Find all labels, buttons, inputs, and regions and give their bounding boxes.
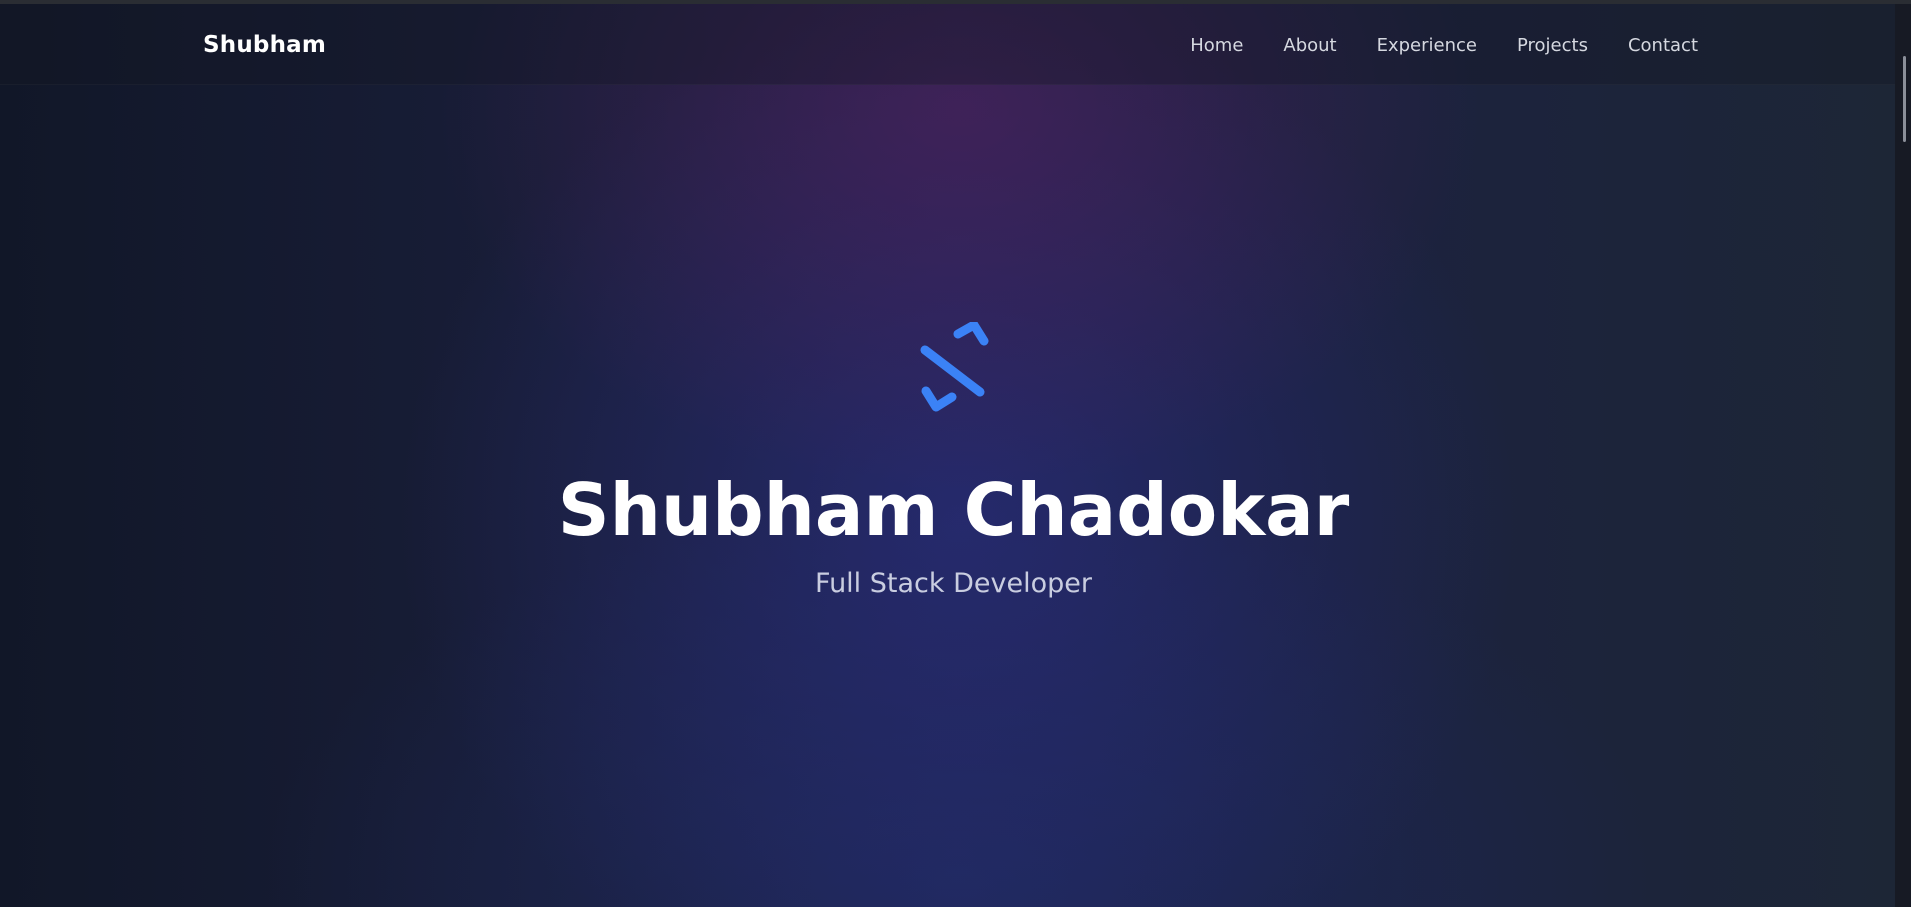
logo-bottom-bracket — [921, 386, 957, 412]
nav-links: Home About Experience Projects Contact — [1190, 35, 1698, 56]
logo-top-bracket — [953, 322, 989, 346]
nav-link-home[interactable]: Home — [1190, 35, 1243, 56]
portfolio-page: Shubham Chadokar Full Stack Developer Sh… — [0, 0, 1911, 907]
hero-name-heading: Shubham Chadokar — [557, 468, 1350, 552]
code-brackets-icon — [920, 322, 989, 412]
scrollbar-track[interactable] — [1895, 4, 1911, 907]
nav-link-contact[interactable]: Contact — [1628, 35, 1698, 56]
nav-link-about[interactable]: About — [1283, 35, 1336, 56]
scrollbar-thumb[interactable] — [1903, 56, 1906, 142]
hero-role-subtitle: Full Stack Developer — [815, 568, 1092, 599]
brand-logo-link[interactable]: Shubham — [203, 32, 326, 58]
nav-link-projects[interactable]: Projects — [1517, 35, 1588, 56]
nav-link-experience[interactable]: Experience — [1377, 35, 1477, 56]
top-navbar: Shubham Home About Experience Projects C… — [0, 4, 1895, 85]
hero-section: Shubham Chadokar Full Stack Developer — [0, 0, 1895, 907]
logo-slash — [920, 345, 985, 397]
